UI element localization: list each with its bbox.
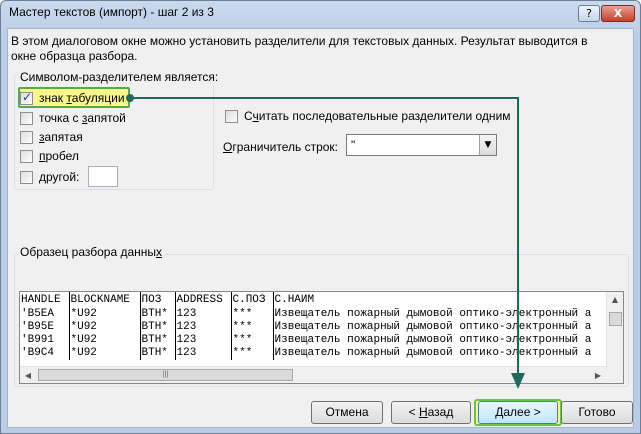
annotation-arrow xyxy=(126,94,525,389)
annotation-arrow-path xyxy=(130,97,519,376)
annotation-arrowhead xyxy=(511,373,525,389)
dialog-window: Мастер текстов (импорт) - шаг 2 из 3 ? X… xyxy=(0,0,641,434)
